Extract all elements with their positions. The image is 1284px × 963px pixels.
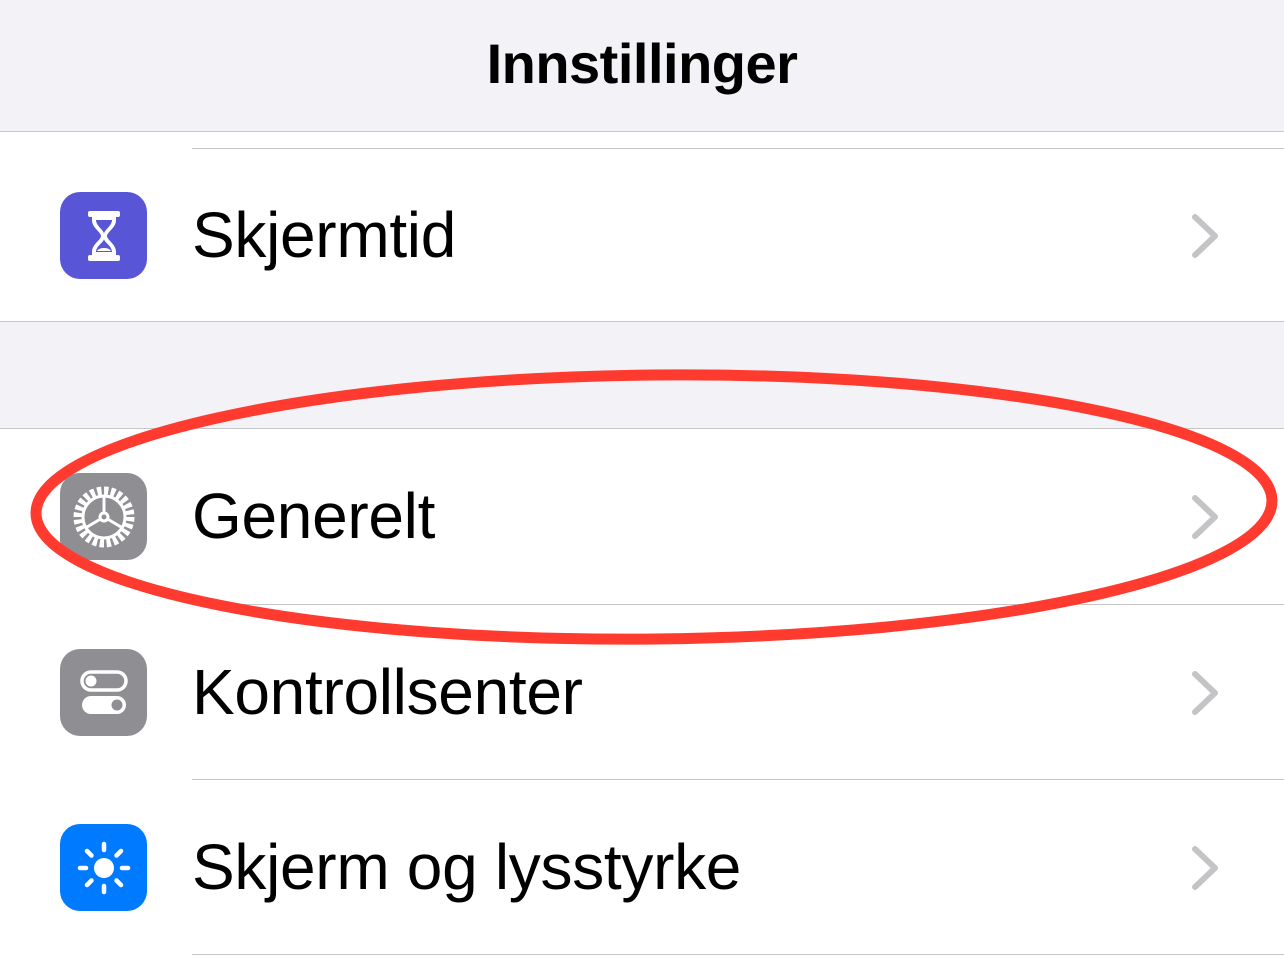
chevron-right-icon — [1192, 846, 1218, 890]
separator — [192, 954, 1284, 955]
gear-icon — [60, 473, 147, 560]
navigation-bar: Innstillinger — [0, 0, 1284, 132]
settings-row-label: Kontrollsenter — [192, 656, 583, 728]
toggles-icon — [60, 649, 147, 736]
settings-group-screen-time: Skjermtid — [0, 132, 1284, 322]
settings-row-skjerm-og-lysstyrke[interactable]: Skjerm og lysstyrke — [0, 780, 1284, 954]
settings-row-label: Skjerm og lysstyrke — [192, 831, 742, 903]
settings-row-label: Skjermtid — [192, 199, 457, 271]
hourglass-icon — [60, 192, 147, 279]
settings-group-general: Generelt Kontrollsenter Skjerm og lyssty… — [0, 428, 1284, 963]
chevron-right-icon — [1192, 671, 1218, 715]
settings-row-skjermtid[interactable]: Skjermtid — [0, 148, 1284, 322]
chevron-right-icon — [1192, 214, 1218, 258]
page-title: Innstillinger — [486, 32, 798, 95]
chevron-right-icon — [1192, 495, 1218, 539]
settings-row-label: Generelt — [192, 480, 436, 552]
sun-icon — [60, 824, 147, 911]
settings-row-kontrollsenter[interactable]: Kontrollsenter — [0, 605, 1284, 779]
settings-row-generelt[interactable]: Generelt — [0, 429, 1284, 603]
